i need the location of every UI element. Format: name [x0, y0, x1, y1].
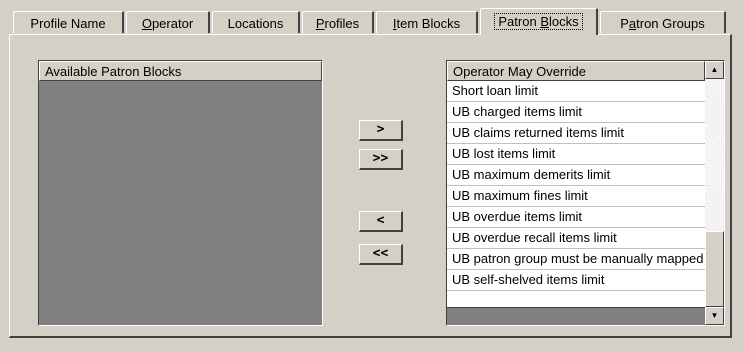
- list-item[interactable]: UB self-shelved items limit: [447, 270, 705, 291]
- override-list-header[interactable]: Operator May Override: [447, 61, 705, 81]
- override-rows: Short loan limit UB charged items limit …: [447, 81, 705, 291]
- tab-label: Operator: [141, 16, 194, 31]
- list-item[interactable]: UB claims returned items limit: [447, 123, 705, 144]
- vertical-scrollbar[interactable]: ▲ ▼: [705, 61, 724, 325]
- tab-profile-name[interactable]: Profile Name: [13, 11, 124, 33]
- list-item[interactable]: UB charged items limit: [447, 102, 705, 123]
- add-all-button[interactable]: >>: [359, 149, 403, 170]
- tab-label: Item Blocks: [392, 16, 461, 31]
- scroll-down-arrow-icon[interactable]: ▼: [705, 307, 724, 325]
- tab-panel: Available Patron Blocks > >> < << Operat…: [9, 34, 732, 338]
- tab-patron-groups[interactable]: Patron Groups: [600, 11, 726, 33]
- available-patron-blocks-list[interactable]: Available Patron Blocks: [38, 60, 323, 326]
- remove-button[interactable]: <: [359, 211, 403, 232]
- list-item[interactable]: UB lost items limit: [447, 144, 705, 165]
- tab-item-blocks[interactable]: Item Blocks: [376, 11, 478, 33]
- tab-label: Profile Name: [30, 16, 106, 31]
- list-item[interactable]: UB maximum demerits limit: [447, 165, 705, 186]
- add-button[interactable]: >: [359, 120, 403, 141]
- scroll-thumb[interactable]: [705, 231, 724, 307]
- tab-label: Locations: [227, 16, 284, 31]
- tab-label: Profiles: [315, 16, 360, 31]
- list-item[interactable]: Short loan limit: [447, 81, 705, 102]
- operator-may-override-list[interactable]: Operator May Override Short loan limit U…: [446, 60, 725, 326]
- tab-label: Patron Blocks: [494, 13, 583, 30]
- tab-locations[interactable]: Locations: [212, 11, 300, 33]
- available-list-header[interactable]: Available Patron Blocks: [39, 61, 322, 81]
- scroll-up-arrow-icon[interactable]: ▲: [705, 61, 724, 79]
- tab-label: Patron Groups: [620, 16, 705, 31]
- list-footer: [447, 307, 705, 325]
- list-item[interactable]: UB overdue recall items limit: [447, 228, 705, 249]
- list-item[interactable]: UB overdue items limit: [447, 207, 705, 228]
- remove-all-button[interactable]: <<: [359, 244, 403, 265]
- tab-operator[interactable]: Operator: [126, 11, 210, 33]
- list-item[interactable]: UB patron group must be manually mapped: [447, 249, 705, 270]
- tab-patron-blocks[interactable]: Patron Blocks: [480, 8, 598, 35]
- list-item[interactable]: UB maximum fines limit: [447, 186, 705, 207]
- tab-profiles[interactable]: Profiles: [302, 11, 374, 33]
